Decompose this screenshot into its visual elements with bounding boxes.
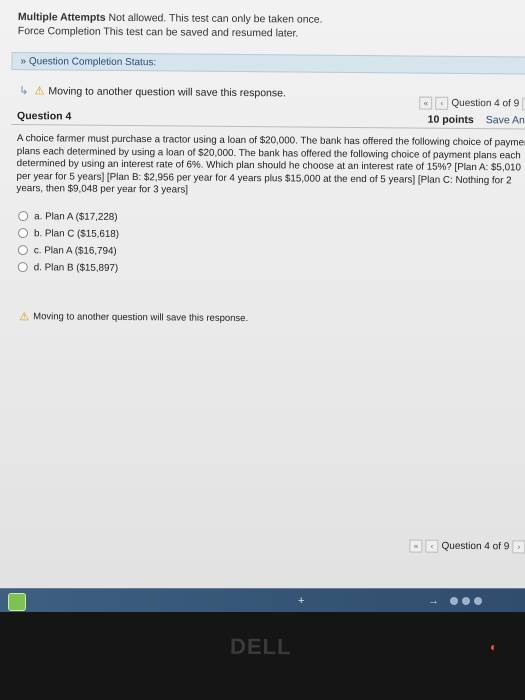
force-completion-text: This test can be saved and resumed later… (103, 25, 299, 40)
first-question-button[interactable]: « (409, 539, 423, 553)
question-points: 10 points (427, 113, 474, 126)
status-label: Question Completion Status: (28, 56, 157, 69)
previous-question-button[interactable]: ‹ (435, 96, 449, 110)
multiple-attempts-label: Multiple Attempts (17, 11, 106, 24)
question-counter: Question 4 of 9 (441, 540, 510, 553)
radio-button[interactable] (17, 262, 28, 273)
multiple-attempts-text: Not allowed. This test can only be taken… (108, 11, 323, 26)
radio-button[interactable] (18, 228, 29, 239)
return-arrow-icon: ↳ (19, 85, 29, 98)
warning-icon: ⚠ (34, 85, 45, 98)
option-d[interactable]: d. Plan B ($15,897) (17, 259, 510, 280)
start-icon[interactable] (8, 593, 26, 611)
power-indicator-icon: ◐ (490, 640, 498, 654)
footer-save-notice: ⚠ Moving to another question will save t… (19, 310, 509, 327)
option-label: a. Plan A ($17,228) (34, 210, 118, 223)
dell-logo: DELL (229, 633, 292, 660)
question-navigation-top: « ‹ Question 4 of 9 › (419, 96, 525, 111)
option-label: c. Plan A ($16,794) (33, 244, 117, 257)
previous-question-button[interactable]: ‹ (425, 539, 439, 553)
network-icon[interactable] (450, 597, 458, 605)
test-info: Multiple Attempts Not allowed. This test… (18, 10, 512, 42)
option-label: d. Plan B ($15,897) (33, 261, 119, 274)
question-navigation-bottom: « ‹ Question 4 of 9 › (409, 539, 525, 554)
question-completion-status[interactable]: » Question Completion Status: (11, 51, 525, 75)
option-label: b. Plan C ($15,618) (34, 227, 120, 240)
system-tray (450, 594, 510, 608)
question-counter: Question 4 of 9 (451, 97, 520, 110)
force-completion-label: Force Completion (17, 25, 101, 38)
warning-icon: ⚠ (19, 310, 30, 323)
battery-icon[interactable] (474, 597, 482, 605)
save-answer-button[interactable]: Save Answer (486, 114, 525, 127)
save-notice-text: Moving to another question will save thi… (48, 84, 286, 99)
radio-button[interactable] (18, 211, 29, 222)
volume-icon[interactable] (462, 597, 470, 605)
arrow-right-icon[interactable]: → (428, 595, 439, 607)
taskbar: + → (0, 588, 525, 615)
question-header: Question 4 10 points Save Answer (10, 106, 525, 130)
footer-save-notice-text: Moving to another question will save thi… (33, 310, 249, 324)
radio-button[interactable] (17, 245, 28, 256)
next-question-button[interactable]: › (512, 540, 525, 554)
page-content: Multiple Attempts Not allowed. This test… (6, 10, 525, 654)
chevron-down-icon: » (20, 56, 27, 68)
question-text: A choice farmer must purchase a tractor … (16, 133, 525, 196)
first-question-button[interactable]: « (419, 96, 433, 110)
plus-icon[interactable]: + (298, 595, 304, 607)
answer-options: a. Plan A ($17,228) b. Plan C ($15,618) … (17, 208, 511, 280)
question-title: Question 4 (17, 109, 72, 123)
